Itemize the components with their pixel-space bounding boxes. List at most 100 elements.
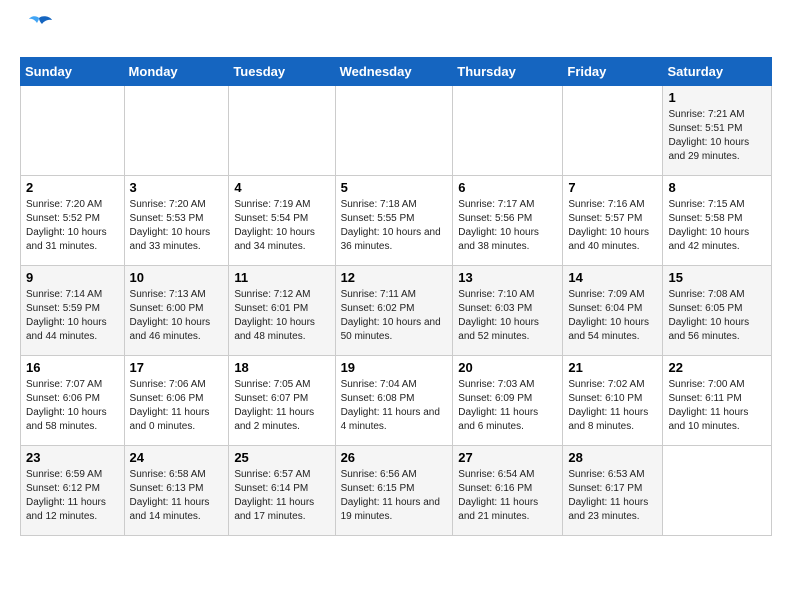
day-number: 20 [458,360,557,375]
logo-bird-icon [24,14,54,47]
day-info: Sunrise: 7:15 AM Sunset: 5:58 PM Dayligh… [668,198,766,254]
weekday-header-monday: Monday [124,58,229,86]
day-cell [663,446,772,536]
day-info: Sunrise: 7:21 AM Sunset: 5:51 PM Dayligh… [668,108,766,164]
day-cell: 8 Sunrise: 7:15 AM Sunset: 5:58 PM Daylig… [663,176,772,266]
day-cell: 7Sunrise: 7:16 AM Sunset: 5:57 PM Daylig… [563,176,663,266]
day-cell: 18 Sunrise: 7:05 AM Sunset: 6:07 PM Dayli… [229,356,335,446]
day-info: Sunrise: 7:10 AM Sunset: 6:03 PM Dayligh… [458,288,557,344]
day-number: 17 [130,360,224,375]
weekday-header-wednesday: Wednesday [335,58,453,86]
day-cell: 19Sunrise: 7:04 AM Sunset: 6:08 PM Dayli… [335,356,453,446]
day-cell: 26 Sunrise: 6:56 AM Sunset: 6:15 PM Dayli… [335,446,453,536]
day-cell: 6 Sunrise: 7:17 AM Sunset: 5:56 PM Daylig… [453,176,563,266]
day-info: Sunrise: 7:06 AM Sunset: 6:06 PM Dayligh… [130,378,224,434]
day-number: 14 [568,270,657,285]
day-info: Sunrise: 7:09 AM Sunset: 6:04 PM Dayligh… [568,288,657,344]
day-cell [229,86,335,176]
day-cell: 11 Sunrise: 7:12 AM Sunset: 6:01 PM Dayli… [229,266,335,356]
weekday-header-row: SundayMondayTuesdayWednesdayThursdayFrid… [21,58,772,86]
weekday-header-thursday: Thursday [453,58,563,86]
day-cell: 20 Sunrise: 7:03 AM Sunset: 6:09 PM Dayli… [453,356,563,446]
day-number: 4 [234,180,329,195]
day-info: Sunrise: 6:59 AM Sunset: 6:12 PM Dayligh… [26,468,119,524]
day-number: 21 [568,360,657,375]
day-number: 10 [130,270,224,285]
day-info: Sunrise: 6:54 AM Sunset: 6:16 PM Dayligh… [458,468,557,524]
day-info: Sunrise: 7:20 AM Sunset: 5:52 PM Dayligh… [26,198,119,254]
day-cell: 2 Sunrise: 7:20 AM Sunset: 5:52 PM Daylig… [21,176,125,266]
day-number: 23 [26,450,119,465]
day-number: 9 [26,270,119,285]
day-cell: 5 Sunrise: 7:18 AM Sunset: 5:55 PM Daylig… [335,176,453,266]
logo [20,20,54,47]
day-number: 2 [26,180,119,195]
day-cell: 16 Sunrise: 7:07 AM Sunset: 6:06 PM Dayli… [21,356,125,446]
day-cell [335,86,453,176]
day-info: Sunrise: 7:14 AM Sunset: 5:59 PM Dayligh… [26,288,119,344]
day-cell: 9 Sunrise: 7:14 AM Sunset: 5:59 PM Daylig… [21,266,125,356]
day-number: 7 [568,180,657,195]
day-info: Sunrise: 7:00 AM Sunset: 6:11 PM Dayligh… [668,378,766,434]
day-cell: 1 Sunrise: 7:21 AM Sunset: 5:51 PM Daylig… [663,86,772,176]
day-number: 12 [341,270,448,285]
day-info: Sunrise: 7:08 AM Sunset: 6:05 PM Dayligh… [668,288,766,344]
day-info: Sunrise: 7:17 AM Sunset: 5:56 PM Dayligh… [458,198,557,254]
day-info: Sunrise: 7:12 AM Sunset: 6:01 PM Dayligh… [234,288,329,344]
day-cell: 21 Sunrise: 7:02 AM Sunset: 6:10 PM Dayli… [563,356,663,446]
day-info: Sunrise: 7:20 AM Sunset: 5:53 PM Dayligh… [130,198,224,254]
day-number: 6 [458,180,557,195]
day-cell: 12 Sunrise: 7:11 AM Sunset: 6:02 PM Dayli… [335,266,453,356]
day-info: Sunrise: 7:13 AM Sunset: 6:00 PM Dayligh… [130,288,224,344]
day-number: 5 [341,180,448,195]
day-info: Sunrise: 7:05 AM Sunset: 6:07 PM Dayligh… [234,378,329,434]
weekday-header-saturday: Saturday [663,58,772,86]
day-info: Sunrise: 6:56 AM Sunset: 6:15 PM Dayligh… [341,468,448,524]
day-info: Sunrise: 7:02 AM Sunset: 6:10 PM Dayligh… [568,378,657,434]
day-cell: 13Sunrise: 7:10 AM Sunset: 6:03 PM Dayli… [453,266,563,356]
day-cell: 28Sunrise: 6:53 AM Sunset: 6:17 PM Dayli… [563,446,663,536]
day-number: 26 [341,450,448,465]
day-cell [124,86,229,176]
day-info: Sunrise: 7:19 AM Sunset: 5:54 PM Dayligh… [234,198,329,254]
day-cell: 23 Sunrise: 6:59 AM Sunset: 6:12 PM Dayli… [21,446,125,536]
day-number: 19 [341,360,448,375]
day-cell: 22 Sunrise: 7:00 AM Sunset: 6:11 PM Dayli… [663,356,772,446]
day-number: 11 [234,270,329,285]
day-number: 27 [458,450,557,465]
day-cell: 10 Sunrise: 7:13 AM Sunset: 6:00 PM Dayli… [124,266,229,356]
day-number: 28 [568,450,657,465]
week-row-3: 9 Sunrise: 7:14 AM Sunset: 5:59 PM Daylig… [21,266,772,356]
day-info: Sunrise: 6:57 AM Sunset: 6:14 PM Dayligh… [234,468,329,524]
day-number: 22 [668,360,766,375]
day-cell [21,86,125,176]
weekday-header-friday: Friday [563,58,663,86]
week-row-1: 1 Sunrise: 7:21 AM Sunset: 5:51 PM Daylig… [21,86,772,176]
page-header [20,20,772,47]
calendar-table: SundayMondayTuesdayWednesdayThursdayFrid… [20,57,772,536]
day-info: Sunrise: 7:11 AM Sunset: 6:02 PM Dayligh… [341,288,448,344]
week-row-4: 16 Sunrise: 7:07 AM Sunset: 6:06 PM Dayli… [21,356,772,446]
week-row-5: 23 Sunrise: 6:59 AM Sunset: 6:12 PM Dayli… [21,446,772,536]
day-number: 16 [26,360,119,375]
day-info: Sunrise: 7:07 AM Sunset: 6:06 PM Dayligh… [26,378,119,434]
day-number: 3 [130,180,224,195]
week-row-2: 2 Sunrise: 7:20 AM Sunset: 5:52 PM Daylig… [21,176,772,266]
weekday-header-tuesday: Tuesday [229,58,335,86]
day-cell: 24Sunrise: 6:58 AM Sunset: 6:13 PM Dayli… [124,446,229,536]
day-cell: 3 Sunrise: 7:20 AM Sunset: 5:53 PM Daylig… [124,176,229,266]
weekday-header-sunday: Sunday [21,58,125,86]
day-info: Sunrise: 6:58 AM Sunset: 6:13 PM Dayligh… [130,468,224,524]
day-number: 1 [668,90,766,105]
day-number: 8 [668,180,766,195]
day-cell: 14 Sunrise: 7:09 AM Sunset: 6:04 PM Dayli… [563,266,663,356]
day-cell [453,86,563,176]
day-cell: 15Sunrise: 7:08 AM Sunset: 6:05 PM Dayli… [663,266,772,356]
day-cell [563,86,663,176]
day-cell: 4 Sunrise: 7:19 AM Sunset: 5:54 PM Daylig… [229,176,335,266]
day-info: Sunrise: 7:18 AM Sunset: 5:55 PM Dayligh… [341,198,448,254]
day-cell: 17 Sunrise: 7:06 AM Sunset: 6:06 PM Dayli… [124,356,229,446]
day-info: Sunrise: 7:03 AM Sunset: 6:09 PM Dayligh… [458,378,557,434]
day-number: 18 [234,360,329,375]
day-cell: 27 Sunrise: 6:54 AM Sunset: 6:16 PM Dayli… [453,446,563,536]
